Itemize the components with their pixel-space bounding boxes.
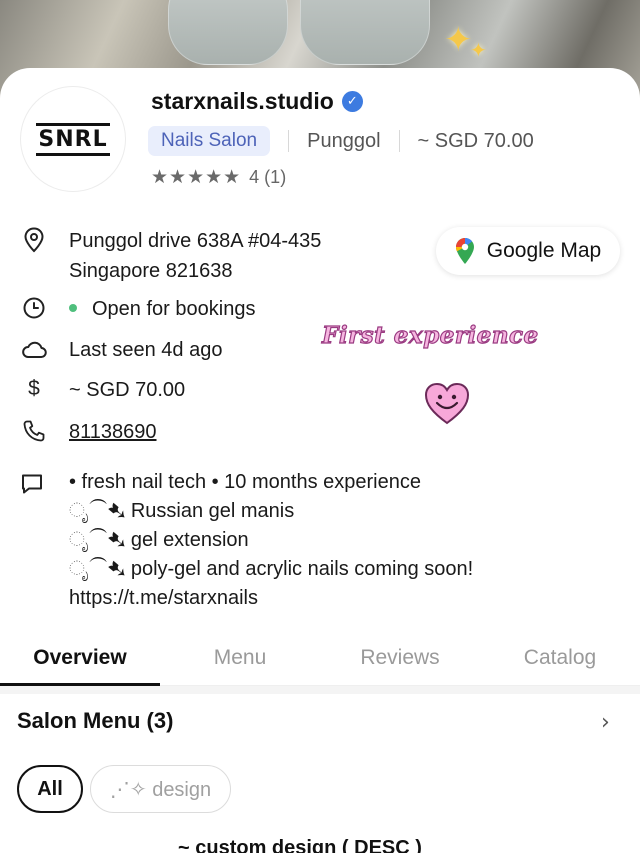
bio-line: ೃ⁀➷ poly-gel and acrylic nails coming so… — [69, 558, 474, 580]
location-pin-icon — [20, 226, 48, 254]
price-text: ~ SGD 70.00 — [69, 379, 186, 401]
last-seen-row: Last seen 4d ago — [20, 335, 222, 365]
tab-catalog[interactable]: Catalog — [480, 640, 640, 685]
open-status-dot — [69, 303, 77, 312]
divider — [288, 130, 290, 152]
tab-reviews[interactable]: Reviews — [320, 640, 480, 685]
nail-photo-shape — [168, 0, 288, 65]
last-seen-text: Last seen 4d ago — [69, 339, 223, 361]
verified-check-icon: ✓ — [341, 91, 363, 112]
cloud-icon — [20, 335, 48, 363]
shop-avatar[interactable]: SNRL — [20, 86, 126, 192]
shop-name-row: starxnails.studio ✓ — [151, 88, 363, 115]
bio-line: ೃ⁀➷ gel extension — [69, 529, 249, 551]
shop-meta-row: Nails Salon Punggol ~ SGD 70.00 — [148, 125, 534, 157]
profile-tabs: Overview Menu Reviews Catalog — [0, 640, 640, 686]
section-divider — [0, 686, 640, 694]
filter-chip-design[interactable]: ⋰✧ design — [90, 765, 231, 813]
area-label: Punggol — [307, 129, 381, 152]
address-line-1: Punggol drive 638A #04-435 — [69, 230, 322, 252]
tab-overview[interactable]: Overview — [0, 640, 160, 686]
google-map-button[interactable]: Google Map — [436, 227, 620, 275]
sparkle-icon: ✦ — [444, 20, 473, 60]
shop-name: starxnails.studio — [151, 88, 334, 114]
smiley-heart-sticker-icon — [424, 382, 470, 425]
first-experience-sticker: First experience — [321, 321, 539, 349]
phone-number-link[interactable]: 81138690 — [69, 417, 157, 447]
bio-line: • fresh nail tech • 10 months experience — [69, 471, 421, 493]
sparkle-icon: ✦ — [470, 38, 487, 62]
filter-chip-all[interactable]: All — [17, 765, 83, 813]
price-label: ~ SGD 70.00 — [417, 129, 534, 152]
menu-item-title[interactable]: ~ custom design ( DESC ) — [178, 837, 422, 853]
chevron-right-icon[interactable]: › — [601, 710, 610, 735]
category-tag[interactable]: Nails Salon — [148, 126, 271, 156]
shop-logo: SNRL — [36, 122, 110, 156]
salon-menu-section: Salon Menu (3) › All ⋰✧ design ~ custom … — [0, 694, 640, 853]
booking-status: Open for bookings — [92, 298, 256, 320]
address-row: Punggol drive 638A #04-435 Singapore 821… — [20, 226, 321, 286]
google-maps-pin-icon — [455, 238, 474, 264]
phone-icon — [20, 417, 48, 445]
price-row: $ ~ SGD 70.00 — [20, 375, 185, 405]
dollar-icon: $ — [28, 377, 40, 400]
rating-row[interactable]: ★★★★★ 4 (1) — [151, 166, 286, 188]
address-line-2: Singapore 821638 — [69, 260, 233, 282]
google-map-label: Google Map — [486, 239, 602, 262]
nail-photo-shape — [300, 0, 430, 65]
bio-line: ೃ⁀➷ Russian gel manis — [69, 500, 295, 522]
star-rating-icon: ★★★★★ — [151, 166, 242, 188]
tab-menu[interactable]: Menu — [160, 640, 320, 685]
shop-description: • fresh nail tech • 10 months experience… — [69, 468, 473, 613]
phone-row: 81138690 — [20, 417, 157, 447]
salon-menu-title[interactable]: Salon Menu (3) — [17, 708, 173, 734]
status-row: Open for bookings — [20, 294, 255, 324]
telegram-link[interactable]: https://t.me/starxnails — [69, 584, 473, 613]
rating-count: 4 (1) — [249, 166, 287, 187]
clock-icon — [20, 294, 48, 322]
message-icon — [20, 472, 44, 500]
divider — [398, 130, 400, 152]
